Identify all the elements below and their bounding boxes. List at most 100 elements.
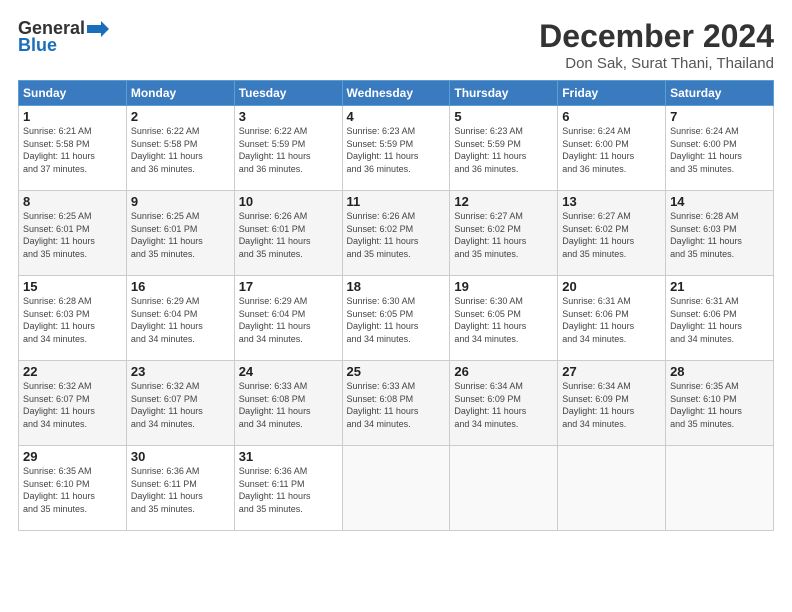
- calendar-cell: 25Sunrise: 6:33 AM Sunset: 6:08 PM Dayli…: [342, 361, 450, 446]
- calendar-cell: 28Sunrise: 6:35 AM Sunset: 6:10 PM Dayli…: [666, 361, 774, 446]
- day-number: 8: [23, 194, 122, 209]
- day-info: Sunrise: 6:23 AM Sunset: 5:59 PM Dayligh…: [347, 125, 446, 175]
- day-number: 1: [23, 109, 122, 124]
- day-info: Sunrise: 6:29 AM Sunset: 6:04 PM Dayligh…: [131, 295, 230, 345]
- day-number: 24: [239, 364, 338, 379]
- day-number: 14: [670, 194, 769, 209]
- day-info: Sunrise: 6:24 AM Sunset: 6:00 PM Dayligh…: [562, 125, 661, 175]
- calendar-cell: 27Sunrise: 6:34 AM Sunset: 6:09 PM Dayli…: [558, 361, 666, 446]
- day-info: Sunrise: 6:30 AM Sunset: 6:05 PM Dayligh…: [347, 295, 446, 345]
- logo-arrow-icon: [87, 21, 109, 37]
- calendar-cell: 23Sunrise: 6:32 AM Sunset: 6:07 PM Dayli…: [126, 361, 234, 446]
- calendar-cell: 13Sunrise: 6:27 AM Sunset: 6:02 PM Dayli…: [558, 191, 666, 276]
- day-number: 5: [454, 109, 553, 124]
- calendar-cell: 30Sunrise: 6:36 AM Sunset: 6:11 PM Dayli…: [126, 446, 234, 531]
- calendar-cell: [558, 446, 666, 531]
- day-number: 28: [670, 364, 769, 379]
- day-info: Sunrise: 6:35 AM Sunset: 6:10 PM Dayligh…: [23, 465, 122, 515]
- calendar-header-monday: Monday: [126, 81, 234, 106]
- calendar-week-2: 8Sunrise: 6:25 AM Sunset: 6:01 PM Daylig…: [19, 191, 774, 276]
- calendar-cell: 6Sunrise: 6:24 AM Sunset: 6:00 PM Daylig…: [558, 106, 666, 191]
- calendar-cell: [666, 446, 774, 531]
- day-info: Sunrise: 6:27 AM Sunset: 6:02 PM Dayligh…: [454, 210, 553, 260]
- page-header: General Blue December 2024 Don Sak, Sura…: [18, 18, 774, 72]
- calendar-table: SundayMondayTuesdayWednesdayThursdayFrid…: [18, 80, 774, 531]
- day-info: Sunrise: 6:26 AM Sunset: 6:01 PM Dayligh…: [239, 210, 338, 260]
- calendar-header-thursday: Thursday: [450, 81, 558, 106]
- calendar-cell: 7Sunrise: 6:24 AM Sunset: 6:00 PM Daylig…: [666, 106, 774, 191]
- calendar-week-1: 1Sunrise: 6:21 AM Sunset: 5:58 PM Daylig…: [19, 106, 774, 191]
- calendar-cell: 29Sunrise: 6:35 AM Sunset: 6:10 PM Dayli…: [19, 446, 127, 531]
- day-number: 30: [131, 449, 230, 464]
- day-info: Sunrise: 6:29 AM Sunset: 6:04 PM Dayligh…: [239, 295, 338, 345]
- calendar-week-4: 22Sunrise: 6:32 AM Sunset: 6:07 PM Dayli…: [19, 361, 774, 446]
- calendar-cell: 1Sunrise: 6:21 AM Sunset: 5:58 PM Daylig…: [19, 106, 127, 191]
- day-info: Sunrise: 6:31 AM Sunset: 6:06 PM Dayligh…: [670, 295, 769, 345]
- day-info: Sunrise: 6:32 AM Sunset: 6:07 PM Dayligh…: [23, 380, 122, 430]
- calendar-cell: 16Sunrise: 6:29 AM Sunset: 6:04 PM Dayli…: [126, 276, 234, 361]
- calendar-cell: 4Sunrise: 6:23 AM Sunset: 5:59 PM Daylig…: [342, 106, 450, 191]
- calendar-cell: [450, 446, 558, 531]
- calendar-week-3: 15Sunrise: 6:28 AM Sunset: 6:03 PM Dayli…: [19, 276, 774, 361]
- day-info: Sunrise: 6:24 AM Sunset: 6:00 PM Dayligh…: [670, 125, 769, 175]
- day-number: 11: [347, 194, 446, 209]
- calendar-cell: 24Sunrise: 6:33 AM Sunset: 6:08 PM Dayli…: [234, 361, 342, 446]
- calendar-cell: 17Sunrise: 6:29 AM Sunset: 6:04 PM Dayli…: [234, 276, 342, 361]
- day-info: Sunrise: 6:25 AM Sunset: 6:01 PM Dayligh…: [131, 210, 230, 260]
- title-block: December 2024 Don Sak, Surat Thani, Thai…: [539, 18, 774, 72]
- day-number: 15: [23, 279, 122, 294]
- day-number: 7: [670, 109, 769, 124]
- day-number: 31: [239, 449, 338, 464]
- calendar-week-5: 29Sunrise: 6:35 AM Sunset: 6:10 PM Dayli…: [19, 446, 774, 531]
- day-info: Sunrise: 6:22 AM Sunset: 5:58 PM Dayligh…: [131, 125, 230, 175]
- page-title: December 2024: [539, 18, 774, 55]
- day-number: 25: [347, 364, 446, 379]
- day-number: 16: [131, 279, 230, 294]
- day-info: Sunrise: 6:31 AM Sunset: 6:06 PM Dayligh…: [562, 295, 661, 345]
- calendar-cell: 11Sunrise: 6:26 AM Sunset: 6:02 PM Dayli…: [342, 191, 450, 276]
- day-number: 9: [131, 194, 230, 209]
- calendar-cell: 21Sunrise: 6:31 AM Sunset: 6:06 PM Dayli…: [666, 276, 774, 361]
- day-number: 13: [562, 194, 661, 209]
- calendar-cell: 19Sunrise: 6:30 AM Sunset: 6:05 PM Dayli…: [450, 276, 558, 361]
- day-info: Sunrise: 6:34 AM Sunset: 6:09 PM Dayligh…: [562, 380, 661, 430]
- calendar-header-sunday: Sunday: [19, 81, 127, 106]
- day-number: 23: [131, 364, 230, 379]
- day-info: Sunrise: 6:22 AM Sunset: 5:59 PM Dayligh…: [239, 125, 338, 175]
- day-info: Sunrise: 6:33 AM Sunset: 6:08 PM Dayligh…: [347, 380, 446, 430]
- day-number: 27: [562, 364, 661, 379]
- calendar-cell: 26Sunrise: 6:34 AM Sunset: 6:09 PM Dayli…: [450, 361, 558, 446]
- calendar-cell: 5Sunrise: 6:23 AM Sunset: 5:59 PM Daylig…: [450, 106, 558, 191]
- calendar-header-row: SundayMondayTuesdayWednesdayThursdayFrid…: [19, 81, 774, 106]
- day-number: 19: [454, 279, 553, 294]
- day-number: 12: [454, 194, 553, 209]
- day-info: Sunrise: 6:28 AM Sunset: 6:03 PM Dayligh…: [23, 295, 122, 345]
- day-number: 18: [347, 279, 446, 294]
- calendar-cell: 10Sunrise: 6:26 AM Sunset: 6:01 PM Dayli…: [234, 191, 342, 276]
- calendar-cell: 2Sunrise: 6:22 AM Sunset: 5:58 PM Daylig…: [126, 106, 234, 191]
- day-number: 6: [562, 109, 661, 124]
- day-number: 4: [347, 109, 446, 124]
- calendar-cell: 20Sunrise: 6:31 AM Sunset: 6:06 PM Dayli…: [558, 276, 666, 361]
- day-number: 20: [562, 279, 661, 294]
- page-subtitle: Don Sak, Surat Thani, Thailand: [539, 55, 774, 72]
- day-number: 29: [23, 449, 122, 464]
- day-number: 26: [454, 364, 553, 379]
- calendar-page: General Blue December 2024 Don Sak, Sura…: [0, 0, 792, 612]
- day-info: Sunrise: 6:25 AM Sunset: 6:01 PM Dayligh…: [23, 210, 122, 260]
- calendar-cell: 14Sunrise: 6:28 AM Sunset: 6:03 PM Dayli…: [666, 191, 774, 276]
- logo: General Blue: [18, 18, 109, 56]
- day-info: Sunrise: 6:30 AM Sunset: 6:05 PM Dayligh…: [454, 295, 553, 345]
- day-number: 22: [23, 364, 122, 379]
- day-number: 21: [670, 279, 769, 294]
- day-info: Sunrise: 6:28 AM Sunset: 6:03 PM Dayligh…: [670, 210, 769, 260]
- calendar-cell: 8Sunrise: 6:25 AM Sunset: 6:01 PM Daylig…: [19, 191, 127, 276]
- day-info: Sunrise: 6:21 AM Sunset: 5:58 PM Dayligh…: [23, 125, 122, 175]
- day-number: 2: [131, 109, 230, 124]
- day-info: Sunrise: 6:35 AM Sunset: 6:10 PM Dayligh…: [670, 380, 769, 430]
- day-info: Sunrise: 6:32 AM Sunset: 6:07 PM Dayligh…: [131, 380, 230, 430]
- calendar-cell: [342, 446, 450, 531]
- calendar-cell: 31Sunrise: 6:36 AM Sunset: 6:11 PM Dayli…: [234, 446, 342, 531]
- day-info: Sunrise: 6:36 AM Sunset: 6:11 PM Dayligh…: [131, 465, 230, 515]
- calendar-header-wednesday: Wednesday: [342, 81, 450, 106]
